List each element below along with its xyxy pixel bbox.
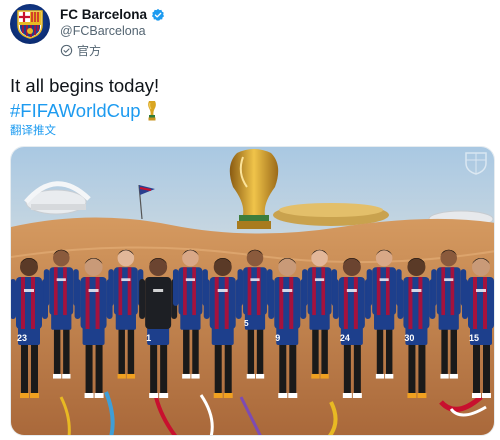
tweet-text-line: It all begins today! bbox=[10, 75, 160, 96]
trophy-emoji-icon bbox=[147, 100, 156, 120]
account-handle[interactable]: @FCBarcelona bbox=[60, 24, 146, 38]
team-photo-illustration: 23 159 24 30 15 bbox=[11, 147, 494, 435]
avatar[interactable] bbox=[10, 4, 50, 44]
translate-tweet-link[interactable]: 翻译推文 bbox=[10, 122, 56, 138]
club-crest-icon bbox=[17, 10, 43, 39]
name-row: FC Barcelona bbox=[60, 7, 165, 22]
player-number: 1 bbox=[146, 333, 151, 343]
player-number: 15 bbox=[469, 333, 479, 343]
player-number: 30 bbox=[404, 333, 414, 343]
player-number: 23 bbox=[17, 333, 27, 343]
official-label: 官方 bbox=[77, 44, 102, 58]
tweet-media-image[interactable]: 23 1 5 9 24 30 15 bbox=[10, 146, 495, 436]
verified-badge-icon bbox=[151, 8, 165, 21]
official-label-row: 官方 bbox=[60, 42, 101, 59]
player-number: 24 bbox=[340, 333, 350, 343]
hashtag-link[interactable]: #FIFAWorldCup bbox=[10, 98, 141, 123]
player-number: 5 bbox=[244, 319, 249, 328]
official-check-icon bbox=[60, 44, 73, 57]
tweet-header: FC Barcelona @FCBarcelona 官方 bbox=[10, 4, 490, 62]
display-name[interactable]: FC Barcelona bbox=[60, 7, 147, 22]
tweet-body: It all begins today! #FIFAWorldCup bbox=[10, 73, 159, 123]
player-number: 9 bbox=[275, 333, 280, 343]
hashtag-line: #FIFAWorldCup bbox=[10, 98, 159, 123]
